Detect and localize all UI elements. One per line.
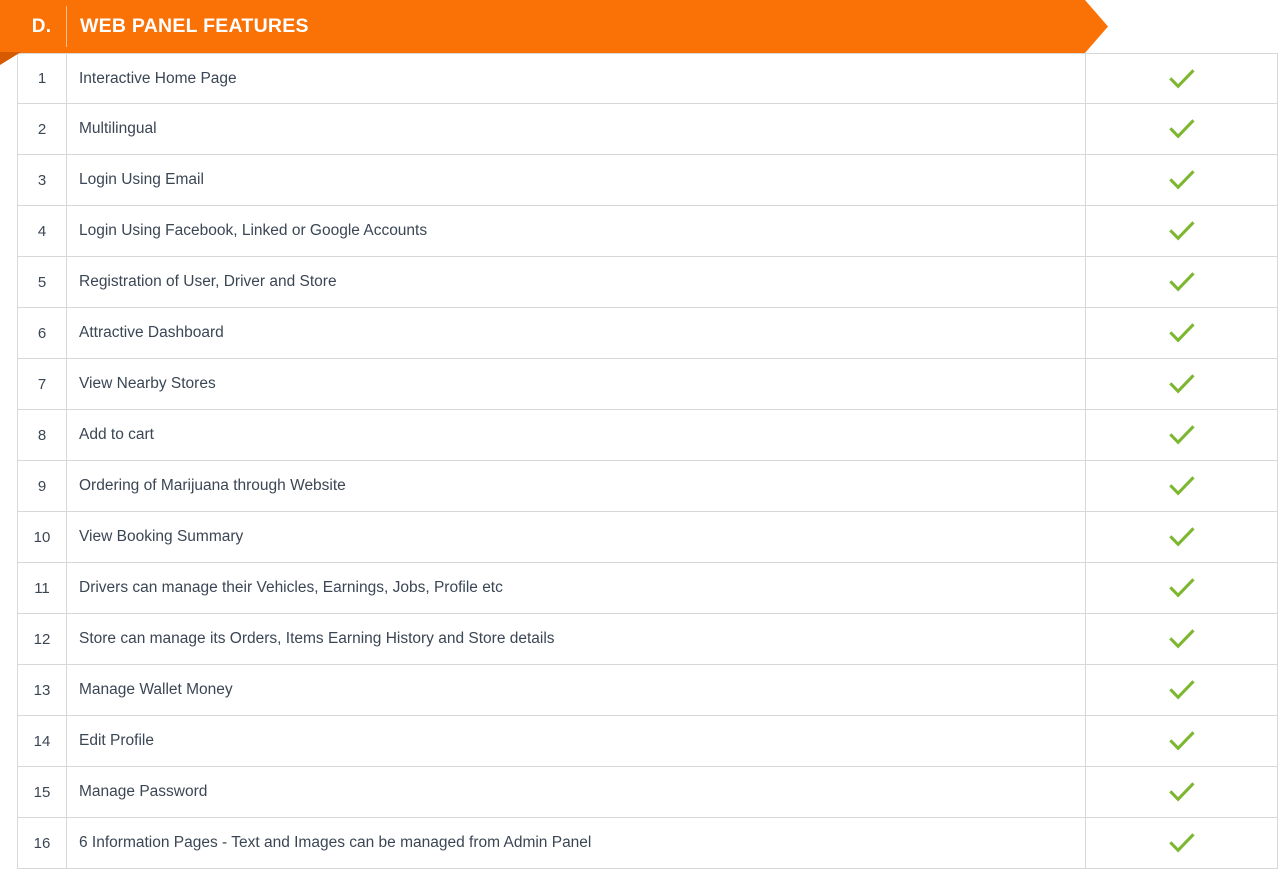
table-row: 3Login Using Email <box>18 155 1277 206</box>
row-number: 10 <box>18 512 67 562</box>
row-number: 8 <box>18 410 67 460</box>
feature-label: Login Using Email <box>67 155 1086 205</box>
feature-included-cell <box>1086 359 1277 409</box>
section-header-banner: D. WEB PANEL FEATURES <box>0 0 1110 53</box>
row-number: 11 <box>18 563 67 613</box>
feature-label: Registration of User, Driver and Store <box>67 257 1086 307</box>
row-number: 7 <box>18 359 67 409</box>
table-row: 10View Booking Summary <box>18 512 1277 563</box>
feature-included-cell <box>1086 104 1277 154</box>
check-icon <box>1169 628 1195 650</box>
feature-included-cell <box>1086 410 1277 460</box>
check-icon <box>1169 730 1195 752</box>
row-number: 15 <box>18 767 67 817</box>
feature-included-cell <box>1086 206 1277 256</box>
feature-included-cell <box>1086 54 1277 103</box>
check-icon <box>1169 781 1195 803</box>
table-row: 5Registration of User, Driver and Store <box>18 257 1277 308</box>
check-icon <box>1169 271 1195 293</box>
feature-label: View Nearby Stores <box>67 359 1086 409</box>
row-number: 9 <box>18 461 67 511</box>
feature-included-cell <box>1086 308 1277 358</box>
check-icon <box>1169 68 1195 90</box>
feature-included-cell <box>1086 512 1277 562</box>
row-number: 5 <box>18 257 67 307</box>
banner-divider <box>66 6 67 47</box>
table-row: 6Attractive Dashboard <box>18 308 1277 359</box>
check-icon <box>1169 832 1195 854</box>
table-row: 12Store can manage its Orders, Items Ear… <box>18 614 1277 665</box>
check-icon <box>1169 118 1195 140</box>
row-number: 6 <box>18 308 67 358</box>
check-icon <box>1169 220 1195 242</box>
feature-label: Edit Profile <box>67 716 1086 766</box>
feature-label: Ordering of Marijuana through Website <box>67 461 1086 511</box>
row-number: 1 <box>18 54 67 103</box>
table-row: 13Manage Wallet Money <box>18 665 1277 716</box>
feature-included-cell <box>1086 155 1277 205</box>
feature-label: Login Using Facebook, Linked or Google A… <box>67 206 1086 256</box>
table-row: 11Drivers can manage their Vehicles, Ear… <box>18 563 1277 614</box>
table-row: 9Ordering of Marijuana through Website <box>18 461 1277 512</box>
row-number: 3 <box>18 155 67 205</box>
row-number: 2 <box>18 104 67 154</box>
table-row: 4Login Using Facebook, Linked or Google … <box>18 206 1277 257</box>
feature-included-cell <box>1086 818 1277 868</box>
table-row: 15Manage Password <box>18 767 1277 818</box>
feature-label: Store can manage its Orders, Items Earni… <box>67 614 1086 664</box>
feature-label: Manage Password <box>67 767 1086 817</box>
row-number: 12 <box>18 614 67 664</box>
table-row: 166 Information Pages - Text and Images … <box>18 818 1277 869</box>
table-row: 8Add to cart <box>18 410 1277 461</box>
row-number: 13 <box>18 665 67 715</box>
features-table: 1Interactive Home Page2Multilingual3Logi… <box>17 53 1278 869</box>
feature-included-cell <box>1086 614 1277 664</box>
table-row: 1Interactive Home Page <box>18 53 1277 104</box>
check-icon <box>1169 322 1195 344</box>
feature-included-cell <box>1086 257 1277 307</box>
row-number: 16 <box>18 818 67 868</box>
check-icon <box>1169 373 1195 395</box>
table-row: 2Multilingual <box>18 104 1277 155</box>
row-number: 4 <box>18 206 67 256</box>
feature-comparison-page: 1Interactive Home Page2Multilingual3Logi… <box>0 0 1280 871</box>
check-icon <box>1169 424 1195 446</box>
feature-included-cell <box>1086 563 1277 613</box>
feature-included-cell <box>1086 461 1277 511</box>
page-title: WEB PANEL FEATURES <box>80 0 309 53</box>
check-icon <box>1169 475 1195 497</box>
feature-included-cell <box>1086 716 1277 766</box>
feature-label: 6 Information Pages - Text and Images ca… <box>67 818 1086 868</box>
feature-included-cell <box>1086 767 1277 817</box>
section-letter: D. <box>17 0 66 53</box>
row-number: 14 <box>18 716 67 766</box>
feature-label: Manage Wallet Money <box>67 665 1086 715</box>
check-icon <box>1169 577 1195 599</box>
table-row: 14Edit Profile <box>18 716 1277 767</box>
feature-label: Drivers can manage their Vehicles, Earni… <box>67 563 1086 613</box>
feature-label: View Booking Summary <box>67 512 1086 562</box>
table-row: 7View Nearby Stores <box>18 359 1277 410</box>
check-icon <box>1169 526 1195 548</box>
feature-label: Add to cart <box>67 410 1086 460</box>
feature-label: Attractive Dashboard <box>67 308 1086 358</box>
feature-label: Interactive Home Page <box>67 54 1086 103</box>
check-icon <box>1169 679 1195 701</box>
feature-included-cell <box>1086 665 1277 715</box>
feature-label: Multilingual <box>67 104 1086 154</box>
check-icon <box>1169 169 1195 191</box>
